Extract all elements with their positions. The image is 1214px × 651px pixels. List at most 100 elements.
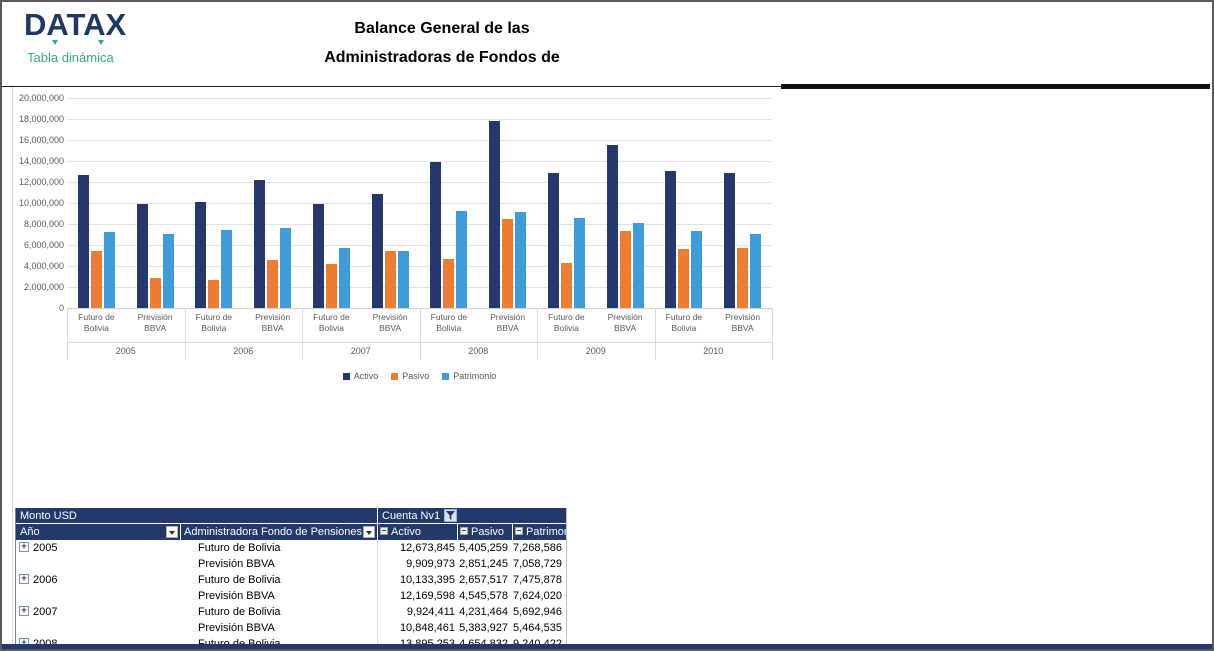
pasivo-header-label: Pasivo — [471, 526, 504, 538]
patrimonio-value-cell: 7,268,586 — [513, 540, 566, 556]
year-cell — [16, 620, 181, 636]
pasivo-value-cell: 4,231,464 — [458, 604, 513, 620]
activo-value-cell: 10,133,395 — [378, 572, 458, 588]
bar-activo — [724, 173, 735, 308]
bar-chart: ActivoPasivoPatrimonio 20,000,00018,000,… — [16, 90, 788, 396]
expand-year-button[interactable]: + — [19, 606, 29, 616]
bar-patrimonio — [104, 232, 115, 308]
bar-pasivo — [150, 278, 161, 308]
collapse-field-icon[interactable] — [515, 527, 523, 535]
year-cell: +2005 — [16, 540, 181, 556]
year-value: 2007 — [33, 606, 57, 618]
admin-filter-button[interactable] — [363, 526, 375, 538]
bar-pasivo — [443, 259, 454, 308]
bar-patrimonio — [456, 211, 467, 308]
x-axis-category-label: Previsión BBVA — [713, 308, 772, 334]
chart-gridline — [67, 140, 772, 141]
bar-pasivo — [620, 231, 631, 308]
y-axis-tick-label: 8,000,000 — [16, 219, 64, 229]
bar-pasivo — [385, 251, 396, 308]
chart-gridline — [67, 98, 772, 99]
pivot-activo-header: Activo — [378, 524, 458, 540]
x-axis-category-label: Futuro de Bolivia — [537, 308, 596, 334]
year-header-label: Año — [20, 526, 40, 538]
y-axis-tick-label: 10,000,000 — [16, 198, 64, 208]
bar-activo — [430, 162, 441, 308]
bottom-navy-strip — [2, 644, 1212, 649]
page-title-line1: Balance General de las — [252, 14, 632, 43]
table-row: Previsión BBVA9,909,9732,851,2457,058,72… — [16, 556, 566, 572]
collapse-field-icon[interactable] — [380, 527, 388, 535]
bar-pasivo — [737, 248, 748, 308]
cuenta-filter-icon[interactable] — [444, 509, 457, 522]
expand-year-button[interactable]: + — [19, 542, 29, 552]
pasivo-value-cell: 5,383,927 — [458, 620, 513, 636]
expand-year-button[interactable]: + — [19, 574, 29, 584]
activo-value-cell: 9,924,411 — [378, 604, 458, 620]
activo-header-label: Activo — [391, 526, 421, 538]
year-cell — [16, 588, 181, 604]
chart-gridline — [67, 161, 772, 162]
admin-cell: Futuro de Bolivia — [181, 540, 378, 556]
table-row: Previsión BBVA10,848,4615,383,9275,464,5… — [16, 620, 566, 636]
x-axis-category-label: Futuro de Bolivia — [420, 308, 479, 334]
year-value: 2005 — [33, 542, 57, 554]
x-axis-year-label: 2006 — [185, 342, 303, 356]
logo-subtitle: Tabla dinámica — [27, 50, 114, 65]
legend-label: Patrimonio — [453, 371, 496, 381]
axis-group-separator — [537, 308, 538, 360]
bar-pasivo — [502, 219, 513, 308]
bar-activo — [489, 121, 500, 308]
bar-activo — [195, 202, 206, 308]
bar-pasivo — [678, 249, 689, 308]
x-axis-category-label: Previsión BBVA — [478, 308, 537, 334]
x-axis-year-label: 2009 — [537, 342, 655, 356]
admin-cell: Futuro de Bolivia — [181, 604, 378, 620]
x-axis-category-label: Previsión BBVA — [361, 308, 420, 334]
pivot-table: Monto USD Cuenta Nv1 Año Administradora … — [15, 508, 567, 651]
patrimonio-header-label: Patrimonio — [526, 526, 566, 538]
pasivo-value-cell: 4,545,578 — [458, 588, 513, 604]
year-cell — [16, 556, 181, 572]
legend-item-activo: Activo — [343, 371, 379, 381]
pivot-patrimonio-header: Patrimonio — [513, 524, 566, 540]
bar-patrimonio — [398, 251, 409, 308]
patrimonio-value-cell: 7,624,020 — [513, 588, 566, 604]
bar-pasivo — [326, 264, 337, 308]
axis-group-separator — [185, 308, 186, 360]
year-filter-button[interactable] — [166, 526, 178, 538]
pivot-header-row-1: Monto USD Cuenta Nv1 — [16, 508, 566, 524]
axis-group-separator — [772, 308, 773, 360]
admin-header-label: Administradora Fondo de Pensiones — [184, 526, 362, 538]
bar-patrimonio — [339, 248, 350, 308]
admin-cell: Previsión BBVA — [181, 588, 378, 604]
year-value: 2006 — [33, 574, 57, 586]
bar-patrimonio — [515, 212, 526, 308]
legend-item-pasivo: Pasivo — [391, 371, 429, 381]
bar-patrimonio — [163, 234, 174, 308]
activo-value-cell: 9,909,973 — [378, 556, 458, 572]
y-axis-tick-label: 12,000,000 — [16, 177, 64, 187]
patrimonio-value-cell: 7,058,729 — [513, 556, 566, 572]
chart-gridline — [67, 119, 772, 120]
collapse-field-icon[interactable] — [460, 527, 468, 535]
legend-label: Pasivo — [402, 371, 429, 381]
chart-legend: Activo Pasivo Patrimonio — [67, 371, 772, 381]
bar-patrimonio — [633, 223, 644, 308]
bar-activo — [78, 175, 89, 308]
x-axis-category-label: Previsión BBVA — [243, 308, 302, 334]
x-axis-category-label: Futuro de Bolivia — [655, 308, 714, 334]
logo-accent-icon — [52, 40, 58, 45]
legend-item-patrimonio: Patrimonio — [442, 371, 496, 381]
patrimonio-value-cell: 5,692,946 — [513, 604, 566, 620]
x-axis-year-label: 2007 — [302, 342, 420, 356]
bar-pasivo — [561, 263, 572, 308]
x-axis-category-label: Previsión BBVA — [596, 308, 655, 334]
pivot-cuenta-cell: Cuenta Nv1 — [378, 508, 566, 524]
pasivo-value-cell: 5,405,259 — [458, 540, 513, 556]
activo-value-cell: 12,673,845 — [378, 540, 458, 556]
bar-activo — [548, 173, 559, 308]
datax-logo: DATAX — [24, 8, 126, 42]
axis-group-separator — [67, 308, 68, 360]
axis-group-separator — [302, 308, 303, 360]
